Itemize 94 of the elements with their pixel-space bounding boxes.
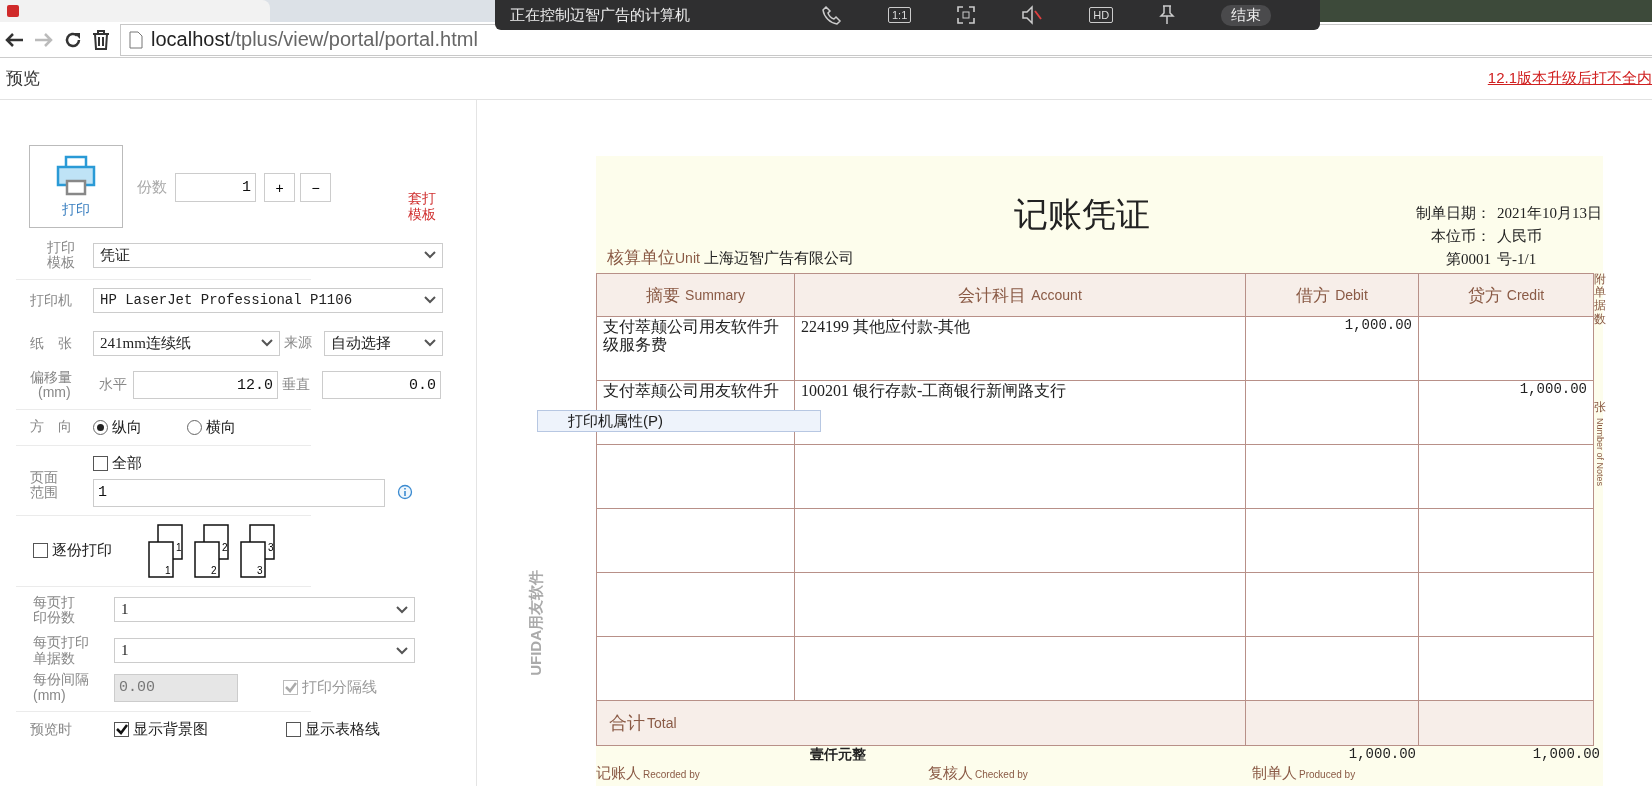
- printer-icon: [56, 154, 96, 197]
- account-cell: 224199 其他应付款-其他: [795, 317, 1246, 381]
- horizontal-label: 水平: [98, 376, 128, 395]
- page-range-field[interactable]: 1: [93, 478, 385, 507]
- meta-value: 人民币: [1496, 227, 1543, 246]
- column-header: 会计科目 Account: [795, 274, 1246, 317]
- checkbox[interactable]: [114, 721, 129, 737]
- pin-icon[interactable]: [1159, 5, 1176, 25]
- printer-select[interactable]: HP LaserJet Professional P1106: [93, 287, 443, 313]
- copies-field[interactable]: 1: [175, 173, 256, 202]
- template-link[interactable]: 套打模板: [408, 190, 439, 223]
- debit-cell: 1,000.00: [1246, 317, 1419, 381]
- column-header: 贷方 Credit: [1419, 274, 1593, 317]
- credit-cell: 1,000.00: [1419, 381, 1593, 445]
- chevron-down-icon: [396, 646, 408, 655]
- signature-label: 复核人 Checked by: [928, 764, 1029, 783]
- total-label: 合计Total: [597, 701, 1246, 745]
- horizontal-offset-field[interactable]: 12.0: [133, 371, 278, 400]
- info-icon[interactable]: [397, 483, 413, 502]
- fullscreen-icon[interactable]: [957, 6, 976, 24]
- meta-value: 号-1/1: [1496, 250, 1538, 269]
- chevron-down-icon: [261, 339, 273, 348]
- app-favicon-icon: [6, 4, 20, 18]
- preview-option-label: 显示表格线: [305, 719, 380, 739]
- checkbox[interactable]: [286, 721, 301, 737]
- print-button[interactable]: 打印: [29, 145, 123, 228]
- trash-icon[interactable]: [92, 29, 110, 50]
- documents-per-page-label: 每页打印单据数: [33, 635, 90, 667]
- template-label: 打印模板: [46, 240, 77, 271]
- total-debit: 1,000.00: [1347, 746, 1417, 764]
- collate-label: 逐份打印: [52, 541, 112, 561]
- chevron-down-icon: [424, 339, 436, 348]
- hd-button[interactable]: HD: [1089, 7, 1114, 23]
- chevron-down-icon: [424, 251, 436, 260]
- copies-per-page-select[interactable]: 1: [114, 597, 415, 623]
- meta-label: 第0001: [1445, 250, 1491, 269]
- url-text: localhost/tplus/view/portal/portal.html: [151, 28, 478, 51]
- documents-per-page-select[interactable]: 1: [114, 638, 415, 664]
- offset-label: 偏移量 (mm): [30, 369, 73, 401]
- copies-label: 份数: [137, 179, 167, 196]
- increment-button[interactable]: +: [264, 173, 295, 202]
- preview-option-label: 显示背景图: [133, 719, 208, 739]
- orientation-radio[interactable]: 纵向: [93, 417, 187, 437]
- page-title: 预览: [6, 68, 40, 90]
- actual-size-button[interactable]: 1:1: [888, 7, 912, 23]
- meta-label: 本位币：: [1430, 227, 1491, 246]
- address-field[interactable]: localhost/tplus/view/portal/portal.html: [120, 23, 1652, 56]
- summary-cell: 支付萃颠公司用友软件升级服务费: [597, 317, 795, 381]
- vertical-label: 垂直: [281, 376, 311, 395]
- checkbox[interactable]: [93, 455, 108, 471]
- column-header: 借方 Debit: [1246, 274, 1419, 317]
- page-range-label: 页面范围: [30, 469, 59, 501]
- speaker-muted-icon[interactable]: [1021, 5, 1044, 25]
- reload-icon[interactable]: [64, 30, 82, 49]
- vertical-offset-field[interactable]: 0.0: [322, 371, 441, 400]
- orientation-radio[interactable]: 横向: [187, 417, 281, 437]
- orientation-label: 方 向: [30, 419, 73, 435]
- column-header: 摘要 Summary: [597, 274, 795, 317]
- checkbox[interactable]: [33, 543, 48, 559]
- total-credit: 1,000.00: [1531, 746, 1600, 764]
- paper-select[interactable]: 241mm连续纸: [93, 330, 280, 356]
- separator-line-label: 打印分隔线: [302, 678, 377, 697]
- back-arrow-icon[interactable]: [4, 31, 24, 48]
- browser-tab[interactable]: [0, 0, 270, 22]
- end-button[interactable]: 结束: [1221, 4, 1272, 26]
- unit-label: 核算单位Unit: [607, 247, 700, 269]
- amount-in-words: 壹仟元整: [809, 746, 867, 764]
- remote-session-title: 正在控制迈智广告的计算机: [510, 5, 691, 25]
- chevron-down-icon: [424, 296, 436, 305]
- source-label: 来源: [283, 334, 313, 353]
- preview-label: 预览时: [30, 721, 73, 738]
- unit-name: 上海迈智广告有限公司: [703, 249, 854, 268]
- source-select[interactable]: 自动选择: [324, 330, 443, 356]
- meta-value: 2021年10月13日: [1496, 204, 1602, 223]
- brand-watermark: UFIDA用友软件: [527, 570, 545, 676]
- page-icon: [129, 30, 143, 49]
- printer-label: 打印机: [30, 292, 73, 308]
- meta-label: 制单日期：: [1416, 204, 1491, 223]
- paper-label: 纸 张: [30, 335, 73, 351]
- voucher-title: 记账凭证: [1012, 195, 1151, 235]
- signature-label: 制单人 Produced by: [1252, 764, 1357, 783]
- chevron-down-icon: [396, 605, 408, 614]
- sheets-note: 张 Number of Notes: [1594, 400, 1606, 486]
- copies-per-page-label: 每页打印份数: [33, 594, 76, 626]
- signature-label: 记账人 Recorded by: [596, 764, 701, 783]
- all-pages-label: 全部: [112, 453, 142, 473]
- phone-icon[interactable]: [822, 5, 842, 25]
- template-select[interactable]: 凭证: [93, 242, 443, 268]
- notice-link[interactable]: 12.1版本升级后打不全内: [1487, 69, 1652, 88]
- decrement-button[interactable]: −: [300, 173, 331, 202]
- gap-label: 每份间隔 (mm): [33, 672, 90, 703]
- collated-pages-drawing: 1 1 2 2 3 3: [148, 523, 278, 578]
- context-menu-item[interactable]: 打印机属性(P): [537, 410, 821, 432]
- attachments-note: 附单据数: [1594, 273, 1606, 326]
